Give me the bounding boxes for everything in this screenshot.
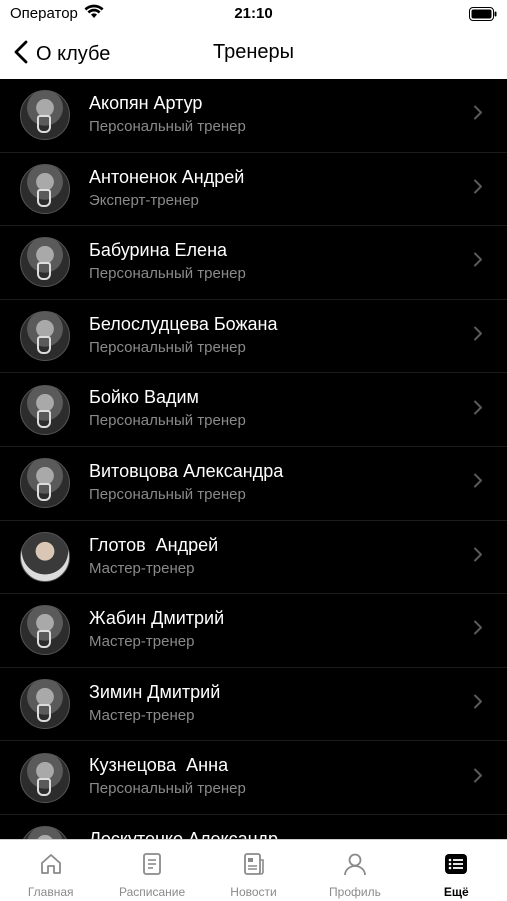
trainer-avatar (20, 826, 70, 839)
trainer-avatar (20, 531, 70, 582)
schedule-icon (139, 851, 165, 882)
trainer-row[interactable]: Зимин Дмитрий Мастер-тренер (0, 668, 507, 742)
navigation-bar: О клубе Тренеры (0, 30, 507, 78)
trainer-role: Персональный тренер (89, 780, 246, 798)
status-time: 21:10 (234, 5, 273, 22)
trainer-role: Персональный тренер (89, 265, 246, 283)
trainer-role: Эксперт-тренер (89, 191, 199, 209)
trainer-role: Персональный тренер (89, 338, 246, 356)
trainer-avatar (20, 384, 70, 435)
tab-label: Ещё (443, 885, 469, 899)
trainer-row[interactable]: Лоскутенко Александр (0, 815, 507, 839)
trainer-name: Жабин Дмитрий (89, 608, 225, 629)
trainer-avatar (20, 311, 70, 362)
trainer-role: Мастер-тренер (89, 633, 195, 651)
battery-icon (469, 7, 497, 26)
trainer-name: Бабурина Елена (89, 240, 228, 261)
tab-home[interactable]: Главная (0, 840, 101, 901)
trainer-row[interactable]: Бойко Вадим Персональный тренер (0, 373, 507, 447)
trainer-row[interactable]: Антоненок Андрей Эксперт-тренер (0, 153, 507, 227)
tab-more[interactable]: Ещё (406, 840, 507, 901)
chevron-right-icon (473, 178, 483, 199)
chevron-right-icon (473, 105, 483, 126)
chevron-right-icon (473, 546, 483, 567)
trainer-row[interactable]: Акопян Артур Персональный тренер (0, 79, 507, 153)
tab-news[interactable]: Новости (203, 840, 304, 901)
tab-profile[interactable]: Профиль (304, 840, 405, 901)
tab-label: Расписание (119, 885, 186, 899)
trainer-name: Витовцова Александра (89, 460, 284, 481)
trainer-row[interactable]: Кузнецова Анна Персональный тренер (0, 741, 507, 815)
news-icon (241, 851, 267, 882)
trainer-avatar (20, 458, 70, 509)
trainer-name: Глотов Андрей (89, 534, 219, 555)
trainer-name: Белослудцева Божана (89, 313, 278, 334)
trainer-name: Антоненок Андрей (89, 166, 245, 187)
trainer-row[interactable]: Глотов Андрей Мастер-тренер (0, 521, 507, 595)
tab-label: Новости (230, 885, 277, 899)
trainer-avatar (20, 752, 70, 803)
trainer-avatar (20, 90, 70, 141)
trainer-name: Акопян Артур (89, 93, 203, 113)
chevron-right-icon (473, 399, 483, 420)
chevron-right-icon (473, 252, 483, 273)
trainer-avatar (20, 237, 70, 288)
trainer-row[interactable]: Жабин Дмитрий Мастер-тренер (0, 594, 507, 668)
trainer-role: Персональный тренер (89, 412, 246, 430)
trainer-avatar (20, 605, 70, 656)
trainer-avatar (20, 679, 70, 730)
tab-label: Профиль (329, 885, 381, 899)
trainer-name: Бойко Вадим (89, 387, 199, 408)
trainers-list[interactable]: Акопян Артур Персональный тренер Антонен… (0, 79, 507, 839)
chevron-right-icon (473, 326, 483, 347)
trainer-row[interactable]: Витовцова Александра Персональный тренер (0, 447, 507, 521)
trainer-row[interactable]: Белослудцева Божана Персональный тренер (0, 300, 507, 374)
trainer-role: Мастер-тренер (89, 706, 195, 724)
chevron-right-icon (473, 473, 483, 494)
chevron-right-icon (473, 767, 483, 788)
home-icon (38, 851, 64, 882)
tab-schedule[interactable]: Расписание (101, 840, 202, 901)
trainer-role: Персональный тренер (89, 485, 246, 503)
page-title: Тренеры (212, 41, 294, 63)
trainer-avatar (20, 163, 70, 214)
trainer-role: Персональный тренер (89, 118, 246, 135)
trainer-row[interactable]: Бабурина Елена Персональный тренер (0, 226, 507, 300)
trainer-name: Кузнецова Анна (89, 755, 229, 776)
status-bar: Оператор 21:10 (0, 0, 507, 30)
chevron-right-icon (473, 620, 483, 641)
trainer-name: Зимин Дмитрий (89, 681, 221, 702)
trainer-name: Лоскутенко Александр (89, 828, 279, 839)
chevron-right-icon (473, 694, 483, 715)
tab-bar: Главная Расписание Новости Профиль Ещё (0, 839, 507, 901)
tab-label: Главная (27, 885, 74, 899)
profile-icon (342, 851, 368, 882)
trainer-role: Мастер-тренер (89, 559, 195, 577)
more-icon (443, 851, 469, 882)
